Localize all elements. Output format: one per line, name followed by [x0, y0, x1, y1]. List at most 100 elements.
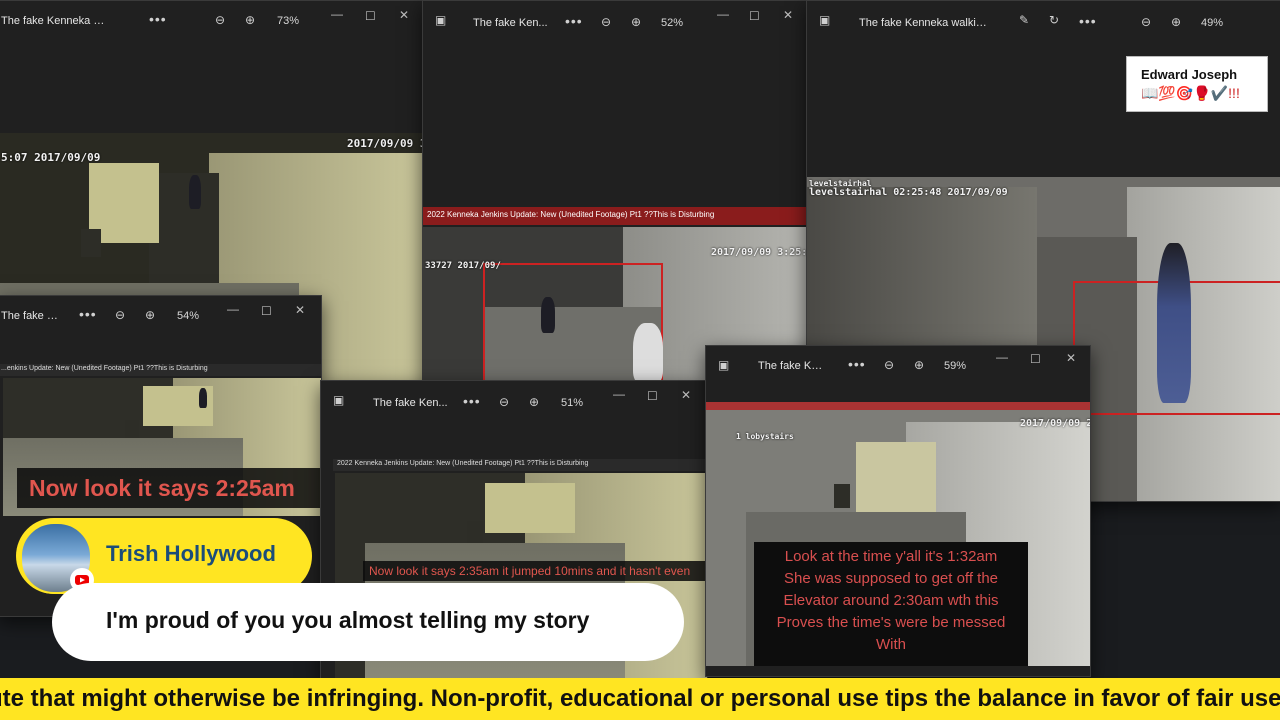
video-title-bar: 2022 Kenneka Jenkins Update: New (Unedit…	[333, 459, 707, 471]
trash-can	[81, 229, 101, 257]
cctv-timestamp-right: 2017/09/09 3	[347, 137, 423, 150]
cctv-timestamp-left: 33727 2017/09/	[425, 261, 501, 271]
disclaimer-ticker: ute that might otherwise be infringing. …	[0, 678, 1280, 720]
zoom-in-icon[interactable]: ⊕	[914, 358, 924, 372]
zoom-out-icon[interactable]: ⊖	[1141, 15, 1151, 29]
more-options-button[interactable]: •••	[79, 306, 97, 322]
window-titlebar[interactable]: The fake Ken... ••• ⊖ ⊕ 54% — ☐ ✕	[0, 296, 321, 334]
image-app-icon: ▣	[435, 13, 447, 27]
zoom-level: 49%	[1201, 17, 1224, 29]
window-titlebar[interactable]: ▣ The fake Ken... ••• ⊖ ⊕ 52% — ☐ ✕	[423, 1, 807, 39]
video-title: 2022 Kenneka Jenkins Update: New (Unedit…	[337, 460, 589, 467]
hallway-far-wall	[856, 442, 936, 512]
trash-can	[834, 484, 850, 508]
maximize-button[interactable]: ☐	[365, 9, 376, 23]
zoom-level: 59%	[944, 360, 967, 372]
zoom-in-icon[interactable]: ⊕	[145, 308, 155, 322]
trash-can	[125, 420, 139, 438]
cctv-timestamp-right: 2017/09/09 2:32	[1020, 418, 1090, 429]
hallway-far-wall	[485, 483, 575, 533]
close-button[interactable]: ✕	[681, 388, 691, 402]
caption-line: She was supposed to get off the	[783, 570, 999, 587]
image-app-icon: ▣	[819, 13, 831, 27]
image-app-icon: ▣	[718, 358, 730, 372]
zoom-in-icon[interactable]: ⊕	[529, 395, 539, 409]
zoom-out-icon[interactable]: ⊖	[499, 395, 509, 409]
trash-can	[467, 521, 483, 543]
caption-line: Proves the time's were be messed	[776, 614, 1006, 631]
edit-image-icon[interactable]: ✎	[1019, 13, 1029, 27]
zoom-in-icon[interactable]: ⊕	[245, 13, 255, 27]
maximize-button[interactable]: ☐	[749, 9, 760, 23]
caption-text: Now look it says 2:25am	[29, 475, 295, 501]
commenter-card: Edward Joseph 📖💯🎯🥊✔️!!!	[1126, 56, 1268, 112]
person-figure	[541, 297, 555, 333]
zoom-in-icon[interactable]: ⊕	[1171, 15, 1181, 29]
more-options-button[interactable]: •••	[463, 393, 481, 409]
close-button[interactable]: ✕	[295, 303, 305, 317]
close-button[interactable]: ✕	[399, 8, 409, 22]
zoom-level: 52%	[661, 17, 684, 29]
caption-text: Now look it says 2:35am it jumped 10mins…	[369, 564, 691, 578]
maximize-button[interactable]: ☐	[1030, 352, 1041, 366]
more-options-button[interactable]: •••	[848, 356, 866, 372]
video-caption: Now look it says 2:35am it jumped 10mins…	[363, 561, 707, 581]
cctv-timestamp: levelstairhal 02:25:48 2017/09/09	[809, 187, 1008, 198]
minimize-button[interactable]: —	[331, 7, 343, 21]
commenter-emojis: 📖💯🎯🥊✔️!!!	[1141, 85, 1240, 101]
ticker-text: ute that might otherwise be infringing. …	[0, 685, 1280, 712]
window-title: The fake Ken...	[373, 397, 448, 409]
zoom-level: 73%	[277, 15, 300, 27]
caption-line: Elevator around 2:30am wth this	[783, 592, 999, 609]
window-titlebar[interactable]: ▣ The fake Ken... ••• ⊖ ⊕ 51% — ☐ ✕	[321, 381, 707, 419]
cctv-timestamp-left: 5:07 2017/09/09	[1, 151, 101, 164]
caption-line: With	[876, 636, 906, 653]
person-figure	[1157, 243, 1191, 403]
zoom-level: 54%	[177, 310, 200, 322]
person-figure	[189, 175, 201, 209]
comment-message: I'm proud of you you almost telling my s…	[106, 607, 590, 633]
rotate-icon[interactable]: ↻	[1049, 13, 1059, 27]
window-titlebar[interactable]: ▣ The fake Kenneka walking t... ✎ ↻ ••• …	[807, 1, 1280, 39]
zoom-in-icon[interactable]: ⊕	[631, 15, 641, 29]
zoom-level: 51%	[561, 397, 584, 409]
close-button[interactable]: ✕	[783, 8, 793, 22]
video-title: 2022 Kenneka Jenkins Update: New (Unedit…	[427, 210, 715, 219]
monitor-bezel	[706, 402, 1090, 410]
zoom-out-icon[interactable]: ⊖	[115, 308, 125, 322]
more-options-button[interactable]: •••	[1079, 13, 1097, 29]
cctv-timestamp-right: 2017/09/09 3:25:45	[711, 247, 807, 258]
comment-author: Trish Hollywood	[106, 541, 276, 566]
window-title: The fake Ken...	[473, 17, 548, 29]
minimize-button[interactable]: —	[717, 7, 729, 21]
more-options-button[interactable]: •••	[565, 13, 583, 29]
person-figure	[199, 388, 207, 408]
video-title-bar: ...enkins Update: New (Unedited Footage)…	[0, 364, 321, 376]
video-title: ...enkins Update: New (Unedited Footage)…	[1, 365, 208, 372]
person-figure-white-top	[633, 323, 663, 383]
caption-line: Look at the time y'all it's 1:32am	[784, 548, 998, 565]
cctv-location: 1 lobystairs	[736, 432, 794, 441]
maximize-button[interactable]: ☐	[261, 304, 272, 318]
zoom-out-icon[interactable]: ⊖	[601, 15, 611, 29]
window-title: The fake Kenneka walking u...	[1, 15, 111, 27]
zoom-out-icon[interactable]: ⊖	[215, 13, 225, 27]
hallway-doorway	[149, 173, 219, 283]
close-button[interactable]: ✕	[1066, 351, 1076, 365]
video-title-bar: 2022 Kenneka Jenkins Update: New (Unedit…	[423, 207, 807, 225]
minimize-button[interactable]: —	[613, 387, 625, 401]
video-caption: Look at the time y'all it's 1:32am She w…	[754, 542, 1028, 666]
zoom-out-icon[interactable]: ⊖	[884, 358, 894, 372]
video-caption: Now look it says 2:25am	[17, 468, 321, 508]
window-title: The fake Ken...	[1, 310, 61, 322]
window-titlebar[interactable]: ▣ The fake Ken... ••• ⊖ ⊕ 59% — ☐ ✕	[706, 346, 1090, 384]
image-app-icon: ▣	[333, 393, 345, 407]
maximize-button[interactable]: ☐	[647, 389, 658, 403]
minimize-button[interactable]: —	[227, 302, 239, 316]
photo-viewer-window-6[interactable]: ▣ The fake Ken... ••• ⊖ ⊕ 59% — ☐ ✕ 2017…	[705, 345, 1091, 677]
minimize-button[interactable]: —	[996, 350, 1008, 364]
more-options-button[interactable]: •••	[149, 11, 167, 27]
window-title: The fake Ken...	[758, 360, 828, 372]
window-titlebar[interactable]: The fake Kenneka walking u... ••• ⊖ ⊕ 73…	[0, 1, 423, 39]
window-title: The fake Kenneka walking t...	[859, 17, 989, 29]
